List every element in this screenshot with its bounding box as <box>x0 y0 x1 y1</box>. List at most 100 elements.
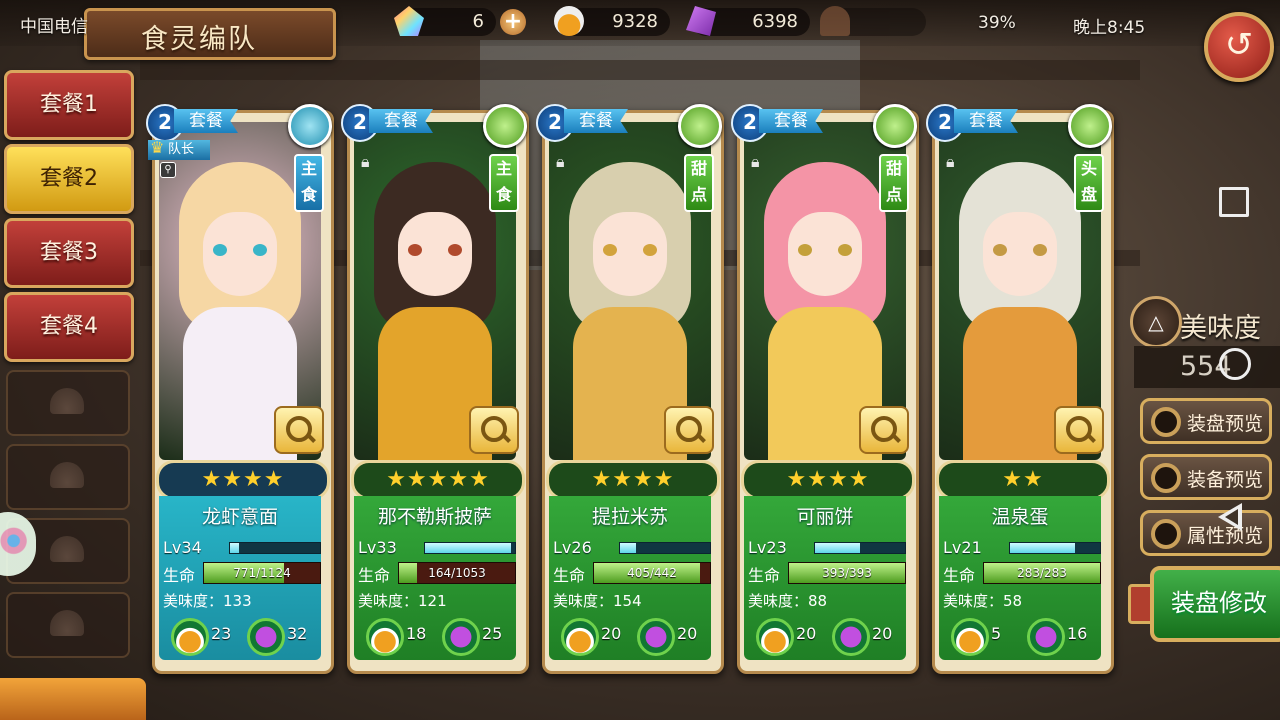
tab-set-3[interactable]: 套餐3 <box>4 218 134 288</box>
equipment-preview-button[interactable]: 装备预览 <box>1140 454 1272 500</box>
food-soul-card[interactable]: 2 套餐 甜点 🔒︎ ★★★★ 可丽饼 Lv23 生命 393/393 美味度：… <box>731 104 919 674</box>
radio-dot-icon <box>1151 407 1181 437</box>
potion-cost: 20 <box>796 624 817 643</box>
cost-row: 18 25 <box>366 618 516 656</box>
gem-cost: 20 <box>677 624 698 643</box>
lock-icon[interactable]: 🔒︎ <box>361 152 379 172</box>
recent-apps-icon[interactable] <box>1219 187 1249 217</box>
character-eye <box>603 244 617 256</box>
purple-gem-icon <box>247 618 285 656</box>
set-label: 套餐 <box>564 109 628 133</box>
add-crystal-button[interactable]: + <box>500 9 526 35</box>
star-rating: ★★★★ <box>546 460 720 500</box>
character-name: 提拉米苏 <box>591 506 668 528</box>
zoom-inspect-button[interactable] <box>274 406 324 454</box>
cloche-add-icon <box>50 610 84 636</box>
edit-plating-button[interactable]: 装盘修改 <box>1150 566 1280 642</box>
taste-value: 美味度：88 <box>748 592 828 610</box>
crystal-counter: 6 <box>394 6 496 36</box>
magnifier-handle <box>891 433 901 443</box>
empty-set-slot[interactable] <box>6 592 130 658</box>
gem-cost: 16 <box>1067 624 1088 643</box>
lock-icon[interactable]: 🔒︎ <box>946 152 964 172</box>
level-label: Lv33 <box>358 538 397 557</box>
food-soul-card[interactable]: 2 套餐 主食 🔒︎ ★★★★★ 那不勒斯披萨 Lv33 生命 164/1053… <box>341 104 529 674</box>
set-badge: 2 套餐 <box>146 104 246 142</box>
card-info-panel: 可丽饼 Lv23 生命 393/393 美味度：88 20 20 <box>744 496 906 660</box>
potion-flask-icon <box>171 618 209 656</box>
level-label: Lv23 <box>748 538 787 557</box>
lock-icon[interactable]: 🔒︎ <box>751 152 769 172</box>
hp-bar: 405/442 <box>593 562 711 584</box>
dish-type-tag: 主食 <box>489 154 519 212</box>
taste-score-title: 美味度 <box>1180 313 1261 344</box>
empty-set-slot[interactable] <box>6 370 130 436</box>
location-pin-icon: ⚲ <box>160 162 176 178</box>
hp-value: 771/1124 <box>233 566 291 580</box>
lock-icon[interactable]: 🔒︎ <box>556 152 574 172</box>
taste-value: 美味度：154 <box>553 592 642 610</box>
battery-label: 39% <box>978 13 1016 33</box>
character-name: 温泉蛋 <box>991 506 1049 528</box>
character-eye <box>643 244 657 256</box>
hp-label: 生命 <box>748 566 781 585</box>
carrier-label: 中国电信 <box>20 17 88 37</box>
potion-flask-icon <box>756 618 794 656</box>
character-eye <box>213 244 227 256</box>
empty-set-slot[interactable] <box>6 444 130 510</box>
home-icon[interactable] <box>1219 348 1251 380</box>
potion-flask-icon <box>951 618 989 656</box>
page-title-plate: 食灵编队 <box>84 8 336 60</box>
card-info-panel: 温泉蛋 Lv21 生命 283/283 美味度：58 5 16 <box>939 496 1101 660</box>
xp-bar <box>814 542 906 554</box>
tab-set-4[interactable]: 套餐4 <box>4 292 134 362</box>
potion-counter: 9328 <box>554 6 670 36</box>
star-rating: ★★ <box>936 460 1110 500</box>
character-name: 可丽饼 <box>796 506 854 528</box>
hp-bar: 771/1124 <box>203 562 321 584</box>
card-info-panel: 提拉米苏 Lv26 生命 405/442 美味度：154 20 20 <box>549 496 711 660</box>
potion-flask-icon <box>554 6 584 36</box>
taste-value: 美味度：58 <box>943 592 1023 610</box>
level-label: Lv26 <box>553 538 592 557</box>
taste-score-value: 554 <box>1134 346 1280 388</box>
gem-cost: 20 <box>872 624 893 643</box>
xp-bar-fill <box>1010 543 1075 553</box>
xp-bar <box>424 542 516 554</box>
magnifier-handle <box>1086 433 1096 443</box>
zoom-inspect-button[interactable] <box>859 406 909 454</box>
dish-type-icon <box>678 104 722 148</box>
food-soul-card[interactable]: 2 套餐 主食 ♛ 队长 ⚲ ★★★★ 龙虾意面 Lv34 生命 771/1124 … <box>146 104 334 674</box>
set-badge: 2 套餐 <box>341 104 441 142</box>
bottom-corner-tab[interactable] <box>0 678 146 720</box>
potion-cost: 23 <box>211 624 232 643</box>
time-label: 晚上8:45 <box>1073 18 1146 38</box>
dish-type-tag: 甜点 <box>684 154 714 212</box>
background-beam <box>140 60 1140 80</box>
back-button[interactable]: ↺ <box>1204 12 1274 82</box>
taste-value: 美味度：121 <box>358 592 447 610</box>
tab-set-2[interactable]: 套餐2 <box>4 144 134 214</box>
tab-set-1[interactable]: 套餐1 <box>4 70 134 140</box>
hp-value: 164/1053 <box>428 566 486 580</box>
xp-bar <box>1009 542 1101 554</box>
zoom-inspect-button[interactable] <box>469 406 519 454</box>
zoom-inspect-button[interactable] <box>1054 406 1104 454</box>
food-soul-card[interactable]: 2 套餐 甜点 🔒︎ ★★★★ 提拉米苏 Lv26 生命 405/442 美味度… <box>536 104 724 674</box>
plating-preview-button[interactable]: 装盘预览 <box>1140 398 1272 444</box>
hp-label: 生命 <box>163 566 196 585</box>
back-nav-icon-inner <box>1225 509 1238 525</box>
page-title: 食灵编队 <box>141 24 257 55</box>
hp-label: 生命 <box>358 566 391 585</box>
cloche-add-icon <box>50 388 84 414</box>
character-eye <box>253 244 267 256</box>
cloche-add-icon <box>50 462 84 488</box>
dish-type-icon <box>1068 104 1112 148</box>
attribute-preview-button[interactable]: 属性预览 <box>1140 510 1272 556</box>
dish-type-icon <box>483 104 527 148</box>
leader-badge: ♛ 队长 <box>148 138 210 160</box>
food-soul-card[interactable]: 2 套餐 头盘 🔒︎ ★★ 温泉蛋 Lv21 生命 283/283 美味度：58… <box>926 104 1114 674</box>
hp-bar: 393/393 <box>788 562 906 584</box>
zoom-inspect-button[interactable] <box>664 406 714 454</box>
character-eye <box>448 244 462 256</box>
